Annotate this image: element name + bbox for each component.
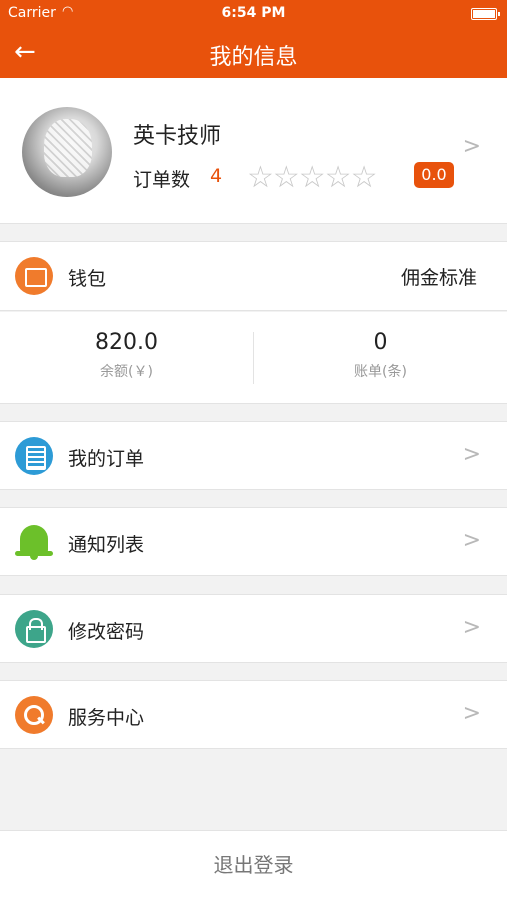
balance-label: 余额(￥) bbox=[100, 364, 153, 380]
profile-name: 英卡技师 bbox=[133, 124, 222, 149]
lock-icon bbox=[15, 610, 53, 648]
orders-count: 4 bbox=[210, 165, 223, 187]
status-bar: Carrier ◠ 6:54 PM bbox=[0, 0, 507, 28]
menu-item-label: 我的订单 bbox=[68, 448, 145, 470]
menu-item-label: 修改密码 bbox=[68, 621, 145, 643]
bills-label: 账单(条) bbox=[354, 364, 407, 380]
nav-bar: ← 我的信息 bbox=[0, 28, 507, 78]
orders-label: 订单数 bbox=[133, 169, 191, 191]
menu-item-label: 服务中心 bbox=[68, 707, 145, 729]
menu-item-notifications[interactable]: 通知列表 > bbox=[0, 507, 507, 576]
menu-item-service-center[interactable]: 服务中心 > bbox=[0, 680, 507, 749]
wallet-stats: 820.0 余额(￥) 0 账单(条) bbox=[0, 312, 507, 404]
logout-button[interactable]: 退出登录 bbox=[0, 830, 507, 900]
menu-item-label: 通知列表 bbox=[68, 534, 145, 556]
wallet-label: 钱包 bbox=[68, 268, 107, 290]
menu-item-change-password[interactable]: 修改密码 > bbox=[0, 594, 507, 663]
commission-standard-link[interactable]: 佣金标准 bbox=[401, 263, 477, 290]
profile-card[interactable]: 英卡技师 订单数 4 ☆☆☆☆☆ 0.0 > bbox=[0, 78, 507, 224]
bills-value: 0 bbox=[373, 330, 388, 355]
bell-icon bbox=[15, 523, 53, 561]
bills-stat[interactable]: 0 账单(条) bbox=[254, 312, 507, 404]
wallet-icon bbox=[15, 257, 53, 295]
balance-value: 820.0 bbox=[95, 330, 158, 355]
battery-icon bbox=[471, 8, 500, 20]
clock: 6:54 PM bbox=[221, 5, 286, 21]
menu-item-my-orders[interactable]: 我的订单 > bbox=[0, 421, 507, 490]
rating-badge: 0.0 bbox=[414, 162, 454, 188]
order-list-icon bbox=[15, 437, 53, 475]
chevron-right-icon: > bbox=[462, 134, 481, 159]
service-search-icon bbox=[15, 696, 53, 734]
balance-stat[interactable]: 820.0 余额(￥) bbox=[0, 312, 253, 404]
chevron-right-icon: > bbox=[462, 615, 481, 640]
chevron-right-icon: > bbox=[462, 442, 481, 467]
wallet-row[interactable]: 钱包 佣金标准 bbox=[0, 241, 507, 311]
star-rating: ☆☆☆☆☆ bbox=[247, 160, 377, 195]
avatar bbox=[22, 107, 112, 197]
page-title: 我的信息 bbox=[209, 45, 298, 70]
chevron-right-icon: > bbox=[462, 701, 481, 726]
chevron-right-icon: > bbox=[462, 528, 481, 553]
